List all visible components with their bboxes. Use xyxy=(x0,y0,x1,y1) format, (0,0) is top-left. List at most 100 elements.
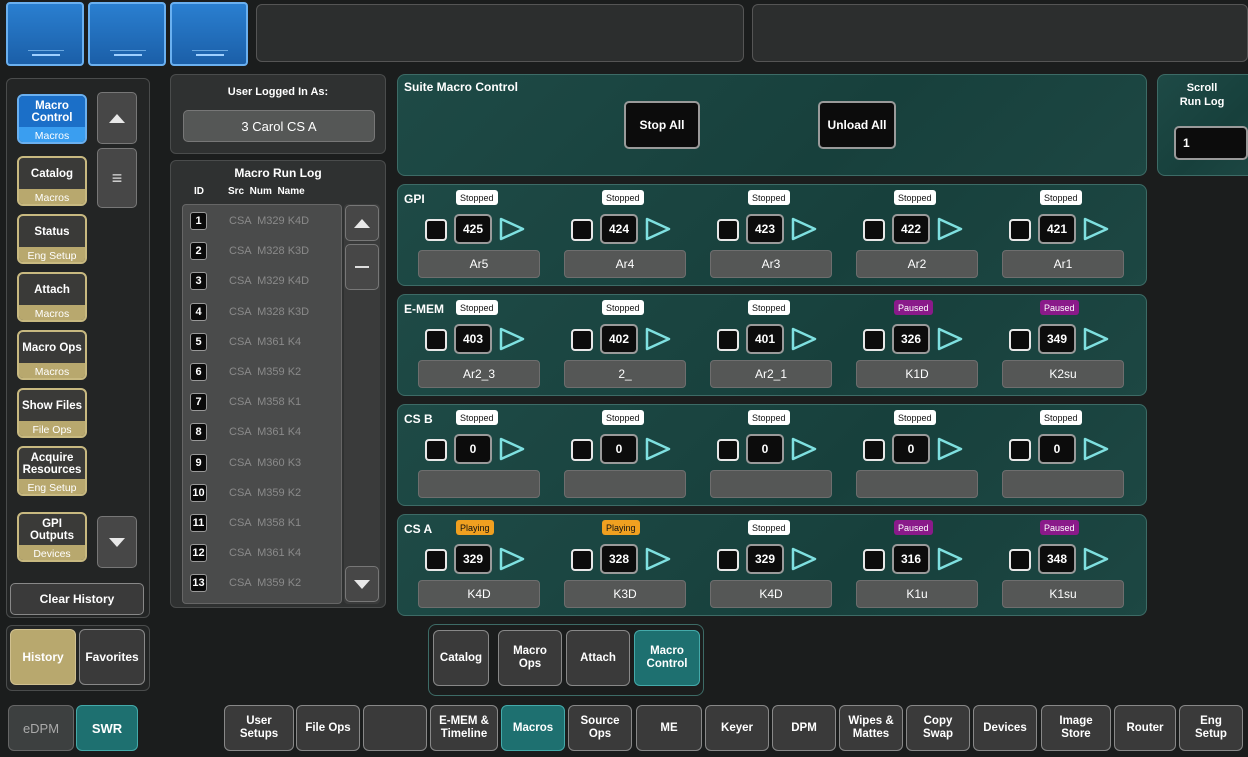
nav-wipes-mattes-button[interactable]: Wipes & Mattes xyxy=(839,705,903,751)
play-icon[interactable] xyxy=(498,216,526,242)
macro-name-field[interactable]: Ar3 xyxy=(710,250,832,278)
tab-macro-control[interactable]: Macro Control xyxy=(634,630,700,686)
macro-select-checkbox[interactable] xyxy=(717,219,739,241)
log-row[interactable]: 3 CSA M329 K4D xyxy=(190,271,309,291)
scroll-run-log-input[interactable]: 1 xyxy=(1174,126,1248,160)
top-button-1[interactable] xyxy=(6,2,84,66)
log-row[interactable]: 4 CSA M328 K3D xyxy=(190,302,309,322)
macro-name-field[interactable] xyxy=(856,470,978,498)
side-scroll-down-button[interactable] xyxy=(97,516,137,568)
macro-name-field[interactable] xyxy=(418,470,540,498)
history-tab[interactable]: History xyxy=(10,629,76,685)
side-nav-catalog[interactable]: Catalog Macros xyxy=(17,156,87,206)
log-row[interactable]: 9 CSA M360 K3 xyxy=(190,453,301,473)
macro-select-checkbox[interactable] xyxy=(425,329,447,351)
macro-name-field[interactable]: Ar2_3 xyxy=(418,360,540,388)
log-row[interactable]: 10 CSA M359 K2 xyxy=(190,483,301,503)
stop-all-button[interactable]: Stop All xyxy=(624,101,700,149)
play-icon[interactable] xyxy=(1082,546,1110,572)
nav-me-button[interactable]: ME xyxy=(636,705,702,751)
side-nav-gpi-outputs[interactable]: GPI Outputs Devices xyxy=(17,512,87,562)
macro-number-field[interactable]: 423 xyxy=(746,214,784,244)
macro-number-field[interactable]: 0 xyxy=(454,434,492,464)
favorites-tab[interactable]: Favorites xyxy=(79,629,145,685)
log-scroll-thumb[interactable] xyxy=(345,244,379,290)
macro-number-field[interactable]: 0 xyxy=(892,434,930,464)
macro-name-field[interactable]: 2_ xyxy=(564,360,686,388)
macro-select-checkbox[interactable] xyxy=(425,549,447,571)
clear-history-button[interactable]: Clear History xyxy=(10,583,144,615)
log-row[interactable]: 2 CSA M328 K3D xyxy=(190,241,309,261)
macro-name-field[interactable] xyxy=(564,470,686,498)
play-icon[interactable] xyxy=(790,216,818,242)
tab-attach[interactable]: Attach xyxy=(566,630,630,686)
play-icon[interactable] xyxy=(936,546,964,572)
macro-number-field[interactable]: 401 xyxy=(746,324,784,354)
side-scroll-up-button[interactable] xyxy=(97,92,137,144)
nav-keyer-button[interactable]: Keyer xyxy=(705,705,769,751)
tab-macro-ops[interactable]: Macro Ops xyxy=(498,630,562,686)
edpm-button[interactable]: eDPM xyxy=(8,705,74,751)
macro-number-field[interactable]: 402 xyxy=(600,324,638,354)
play-icon[interactable] xyxy=(644,326,672,352)
nav-copy-swap-button[interactable]: Copy Swap xyxy=(906,705,970,751)
nav-dpm-button[interactable]: DPM xyxy=(772,705,836,751)
play-icon[interactable] xyxy=(1082,436,1110,462)
macro-name-field[interactable] xyxy=(710,470,832,498)
play-icon[interactable] xyxy=(790,436,818,462)
macro-select-checkbox[interactable] xyxy=(863,439,885,461)
nav-blank-button[interactable] xyxy=(363,705,427,751)
macro-number-field[interactable]: 348 xyxy=(1038,544,1076,574)
macro-number-field[interactable]: 0 xyxy=(1038,434,1076,464)
macro-name-field[interactable]: K1D xyxy=(856,360,978,388)
log-row[interactable]: 5 CSA M361 K4 xyxy=(190,332,301,352)
play-icon[interactable] xyxy=(790,326,818,352)
macro-number-field[interactable]: 349 xyxy=(1038,324,1076,354)
macro-number-field[interactable]: 425 xyxy=(454,214,492,244)
macro-select-checkbox[interactable] xyxy=(425,219,447,241)
macro-select-checkbox[interactable] xyxy=(571,219,593,241)
nav-macros-button[interactable]: Macros xyxy=(501,705,565,751)
macro-name-field[interactable]: Ar5 xyxy=(418,250,540,278)
macro-select-checkbox[interactable] xyxy=(571,549,593,571)
side-nav-attach[interactable]: Attach Macros xyxy=(17,272,87,322)
macro-number-field[interactable]: 328 xyxy=(600,544,638,574)
log-row[interactable]: 8 CSA M361 K4 xyxy=(190,422,301,442)
macro-select-checkbox[interactable] xyxy=(863,329,885,351)
macro-number-field[interactable]: 0 xyxy=(746,434,784,464)
nav-e-mem-timeline-button[interactable]: E-MEM & Timeline xyxy=(430,705,498,751)
macro-number-field[interactable]: 316 xyxy=(892,544,930,574)
macro-select-checkbox[interactable] xyxy=(717,329,739,351)
side-scroll-thumb[interactable]: ≡ xyxy=(97,148,137,208)
nav-eng-setup-button[interactable]: Eng Setup xyxy=(1179,705,1243,751)
macro-number-field[interactable]: 326 xyxy=(892,324,930,354)
nav-image-store-button[interactable]: Image Store xyxy=(1041,705,1111,751)
play-icon[interactable] xyxy=(1082,326,1110,352)
top-button-3[interactable] xyxy=(170,2,248,66)
side-nav-status[interactable]: Status Eng Setup xyxy=(17,214,87,264)
macro-number-field[interactable]: 424 xyxy=(600,214,638,244)
log-row[interactable]: 6 CSA M359 K2 xyxy=(190,362,301,382)
top-button-2[interactable] xyxy=(88,2,166,66)
play-icon[interactable] xyxy=(498,326,526,352)
unload-all-button[interactable]: Unload All xyxy=(818,101,896,149)
macro-name-field[interactable]: Ar1 xyxy=(1002,250,1124,278)
macro-number-field[interactable]: 329 xyxy=(454,544,492,574)
log-row[interactable]: 12 CSA M361 K4 xyxy=(190,543,301,563)
macro-name-field[interactable]: Ar4 xyxy=(564,250,686,278)
play-icon[interactable] xyxy=(790,546,818,572)
log-row[interactable]: 13 CSA M359 K2 xyxy=(190,573,301,593)
macro-select-checkbox[interactable] xyxy=(1009,439,1031,461)
macro-select-checkbox[interactable] xyxy=(571,329,593,351)
macro-select-checkbox[interactable] xyxy=(717,549,739,571)
macro-select-checkbox[interactable] xyxy=(863,219,885,241)
macro-select-checkbox[interactable] xyxy=(1009,549,1031,571)
nav-router-button[interactable]: Router xyxy=(1114,705,1176,751)
macro-number-field[interactable]: 329 xyxy=(746,544,784,574)
macro-number-field[interactable]: 0 xyxy=(600,434,638,464)
macro-number-field[interactable]: 403 xyxy=(454,324,492,354)
macro-select-checkbox[interactable] xyxy=(863,549,885,571)
tab-catalog[interactable]: Catalog xyxy=(433,630,489,686)
play-icon[interactable] xyxy=(644,216,672,242)
side-nav-macro-control[interactable]: Macro Control Macros xyxy=(17,94,87,144)
